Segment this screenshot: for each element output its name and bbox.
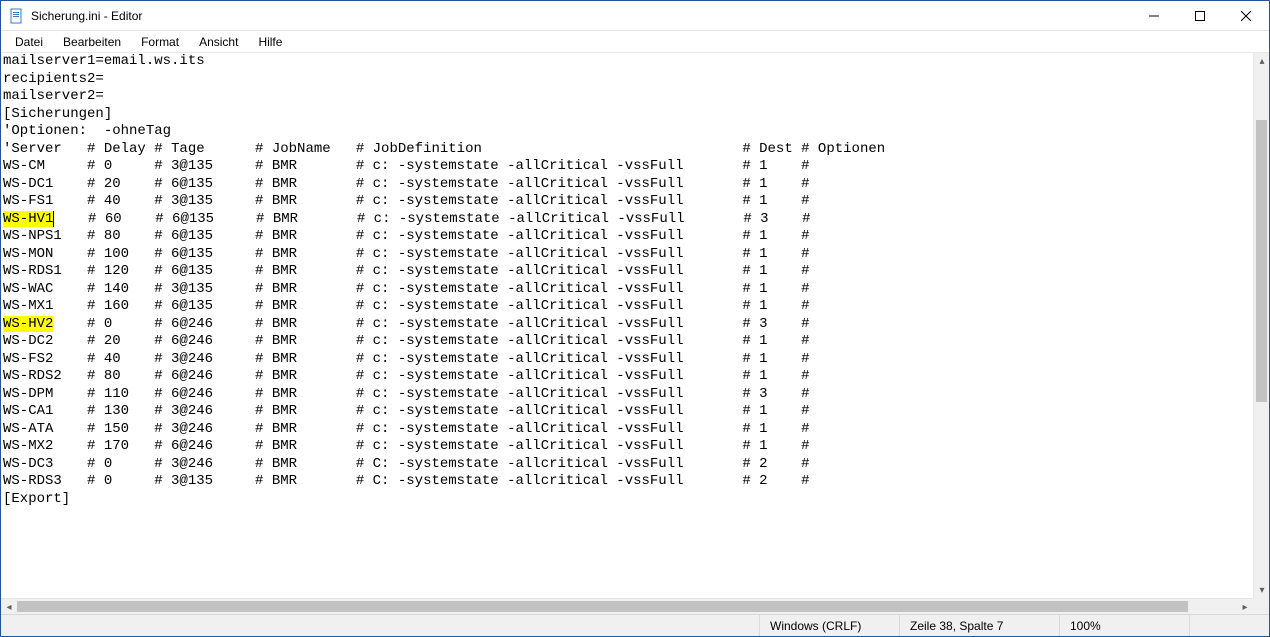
horizontal-scrollbar[interactable]: ◂ ▸ [1,598,1253,614]
status-empty [1,615,759,636]
menu-edit[interactable]: Bearbeiten [53,33,131,51]
scroll-up-button[interactable]: ▴ [1254,53,1269,69]
close-button[interactable] [1223,1,1269,31]
maximize-button[interactable] [1177,1,1223,31]
scroll-right-button[interactable]: ▸ [1237,599,1253,614]
app-icon [9,8,25,24]
editor-area: mailserver1=email.ws.itsrecipients2=mail… [1,53,1269,614]
text-content[interactable]: mailserver1=email.ws.itsrecipients2=mail… [1,53,1253,598]
statusbar: Windows (CRLF) Zeile 38, Spalte 7 100% [1,614,1269,636]
scroll-down-button[interactable]: ▾ [1254,582,1269,598]
status-position: Zeile 38, Spalte 7 [899,615,1059,636]
menu-view[interactable]: Ansicht [189,33,248,51]
menubar: Datei Bearbeiten Format Ansicht Hilfe [1,31,1269,53]
status-zoom: 100% [1059,615,1189,636]
window-title: Sicherung.ini - Editor [31,9,142,23]
menu-format[interactable]: Format [131,33,189,51]
menu-help[interactable]: Hilfe [248,33,292,51]
vscroll-track[interactable] [1254,69,1269,582]
scroll-corner [1253,598,1269,614]
scroll-left-button[interactable]: ◂ [1,599,17,614]
menu-file[interactable]: Datei [5,33,53,51]
status-encoding: Windows (CRLF) [759,615,899,636]
vscroll-thumb[interactable] [1256,120,1267,402]
hscroll-track[interactable] [17,599,1237,614]
titlebar[interactable]: Sicherung.ini - Editor [1,1,1269,31]
vertical-scrollbar[interactable]: ▴ ▾ [1253,53,1269,598]
notepad-window: Sicherung.ini - Editor Datei Bearbeiten … [0,0,1270,637]
hscroll-thumb[interactable] [17,601,1188,612]
status-right-pad [1189,615,1269,636]
minimize-button[interactable] [1131,1,1177,31]
